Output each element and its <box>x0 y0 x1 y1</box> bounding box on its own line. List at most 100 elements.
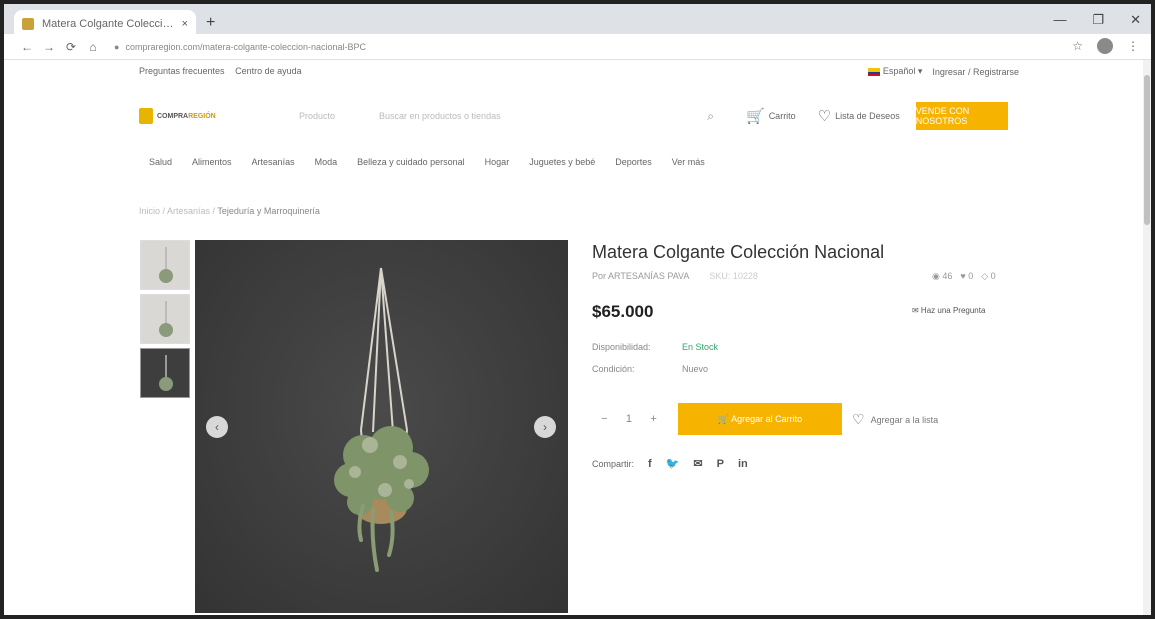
email-icon[interactable]: ✉ <box>693 457 702 470</box>
gallery-prev-button[interactable]: ‹ <box>206 416 228 438</box>
auth-separator: / <box>967 66 971 77</box>
menu-item-ver-mas[interactable]: Ver más <box>672 157 705 167</box>
window-controls: — ❐ ✕ <box>1053 12 1141 28</box>
browser-window: Matera Colgante Colección Nacional × + —… <box>0 0 1155 619</box>
thumbnail-2[interactable] <box>140 294 190 344</box>
cart-link[interactable]: 🛒 Carrito <box>746 107 796 125</box>
qty-decrement-button[interactable]: − <box>601 413 607 425</box>
ask-question-button[interactable]: ✉ Haz una Pregunta <box>912 306 985 315</box>
browser-toolbar: ← → ⟳ ⌂ ● compraregion.com/matera-colgan… <box>4 34 1151 60</box>
toolbar-actions: ☆ ⋮ <box>1072 38 1139 54</box>
search-category-select[interactable]: Producto <box>299 111 379 121</box>
sell-with-us-button[interactable]: VENDE CON NOSOTROS <box>915 102 1008 130</box>
scrollbar-thumb[interactable] <box>1144 75 1150 225</box>
add-to-wishlist-label: Agregar a la lista <box>870 414 939 425</box>
browser-menu-icon[interactable]: ⋮ <box>1127 39 1139 53</box>
breadcrumb-current: Tejeduría y Marroquinería <box>217 206 320 216</box>
share-row: Compartir: f 🐦 ✉ P in <box>592 457 748 471</box>
close-tab-icon[interactable]: × <box>182 18 188 30</box>
tab-bar: Matera Colgante Colección Nacional × + —… <box>4 0 1151 38</box>
home-icon[interactable]: ⌂ <box>82 40 104 54</box>
utility-bar: Preguntas frecuentes Centro de ayuda Esp… <box>139 66 1019 80</box>
logo-mark-icon <box>139 108 153 124</box>
cart-label: Carrito <box>768 111 796 121</box>
register-link[interactable]: Registrarse <box>973 67 1019 77</box>
favicon-icon <box>22 18 34 30</box>
pinterest-icon[interactable]: P <box>717 458 724 470</box>
search-icon[interactable]: ⌕ <box>707 109 714 124</box>
logo-text-b: REGIÓN <box>188 112 216 120</box>
condition-row: Condición: Nuevo <box>592 364 708 374</box>
twitter-icon[interactable]: 🐦 <box>666 457 680 470</box>
login-link[interactable]: Ingresar <box>932 67 965 77</box>
condition-value: Nuevo <box>682 364 709 374</box>
site-header: COMPRA REGIÓN Producto Buscar en producto… <box>139 100 1024 132</box>
chevron-down-icon: ▾ <box>917 66 923 76</box>
share-label: Compartir: <box>592 458 635 469</box>
close-window-icon[interactable]: ✕ <box>1130 12 1141 28</box>
availability-label: Disponibilidad: <box>592 342 651 352</box>
help-center-link[interactable]: Centro de ayuda <box>235 66 302 76</box>
language-label: Español <box>882 66 916 76</box>
shares-count: ◇ 0 <box>981 271 996 281</box>
faq-link[interactable]: Preguntas frecuentes <box>139 66 225 76</box>
minimize-icon[interactable]: — <box>1053 12 1066 28</box>
product-main-image: ‹ › <box>195 240 568 613</box>
availability-row: Disponibilidad: En Stock <box>592 342 718 352</box>
linkedin-icon[interactable]: in <box>738 458 748 470</box>
cart-icon: 🛒 <box>746 108 765 125</box>
address-bar[interactable]: ● compraregion.com/matera-colgante-colec… <box>114 38 414 56</box>
restore-icon[interactable]: ❐ <box>1092 12 1104 28</box>
url-text: compraregion.com/matera-colgante-colecci… <box>125 41 367 52</box>
gallery-next-button[interactable]: › <box>534 416 556 438</box>
menu-item-moda[interactable]: Moda <box>315 157 338 167</box>
thumbnail-1[interactable] <box>140 240 190 290</box>
page-scrollbar[interactable] <box>1143 60 1151 615</box>
availability-value: En Stock <box>682 342 719 352</box>
likes-count[interactable]: ♥ 0 <box>960 271 973 282</box>
condition-label: Condición: <box>592 364 635 374</box>
quantity-stepper: − 1 + <box>592 404 666 434</box>
breadcrumb-path[interactable]: Inicio / Artesanías / <box>139 206 215 216</box>
product-price: $65.000 <box>592 302 654 321</box>
product-stats: ◉ 46 ♥ 0 ◇ 0 <box>932 271 996 282</box>
qty-input[interactable]: 1 <box>626 413 632 425</box>
category-menu: Salud Alimentos Artesanías Moda Belleza … <box>149 157 705 167</box>
search-bar: Producto Buscar en productos o tiendas ⌕ <box>289 101 724 131</box>
menu-item-alimentos[interactable]: Alimentos <box>192 157 232 167</box>
seller-link[interactable]: Por ARTESANÍAS PAVA <box>592 271 689 281</box>
facebook-icon[interactable]: f <box>648 458 652 470</box>
new-tab-button[interactable]: + <box>206 14 215 32</box>
back-icon[interactable]: ← <box>16 40 38 54</box>
add-to-wishlist-link[interactable]: ♡ Agregar a la lista <box>852 411 938 428</box>
thumbnail-list <box>140 240 190 402</box>
profile-avatar[interactable] <box>1097 38 1113 54</box>
thumbnail-3[interactable] <box>140 348 190 398</box>
wishlist-label: Lista de Deseos <box>835 111 900 121</box>
colombia-flag-icon <box>867 67 880 76</box>
menu-item-salud[interactable]: Salud <box>149 157 172 167</box>
qty-increment-button[interactable]: + <box>650 413 656 425</box>
heart-icon: ♡ <box>817 108 832 125</box>
tab-title: Matera Colgante Colección Nacional <box>42 18 176 30</box>
reload-icon[interactable]: ⟳ <box>60 40 82 54</box>
bookmark-star-icon[interactable]: ☆ <box>1072 39 1083 53</box>
wishlist-link[interactable]: ♡ Lista de Deseos <box>818 107 900 125</box>
lock-icon: ● <box>114 41 120 52</box>
views-count: ◉ 46 <box>932 271 953 281</box>
add-to-cart-button[interactable]: 🛒 Agregar al Carrito <box>678 403 842 435</box>
site-logo[interactable]: COMPRA REGIÓN <box>139 108 289 124</box>
menu-item-juguetes[interactable]: Juguetes y bebé <box>529 157 595 167</box>
heart-icon: ♡ <box>852 411 865 427</box>
forward-icon[interactable]: → <box>38 40 60 54</box>
breadcrumb: Inicio / Artesanías / Tejeduría y Marroq… <box>139 206 320 216</box>
menu-item-belleza[interactable]: Belleza y cuidado personal <box>357 157 465 167</box>
menu-item-hogar[interactable]: Hogar <box>485 157 510 167</box>
product-title: Matera Colgante Colección Nacional <box>592 242 885 262</box>
menu-item-artesanias[interactable]: Artesanías <box>252 157 295 167</box>
search-input[interactable]: Buscar en productos o tiendas <box>379 111 707 121</box>
language-selector[interactable]: Español ▾ <box>867 66 923 77</box>
product-seller: Por ARTESANÍAS PAVA SKU: 10228 <box>592 271 758 281</box>
hanging-planter-illustration <box>334 267 429 572</box>
menu-item-deportes[interactable]: Deportes <box>615 157 652 167</box>
